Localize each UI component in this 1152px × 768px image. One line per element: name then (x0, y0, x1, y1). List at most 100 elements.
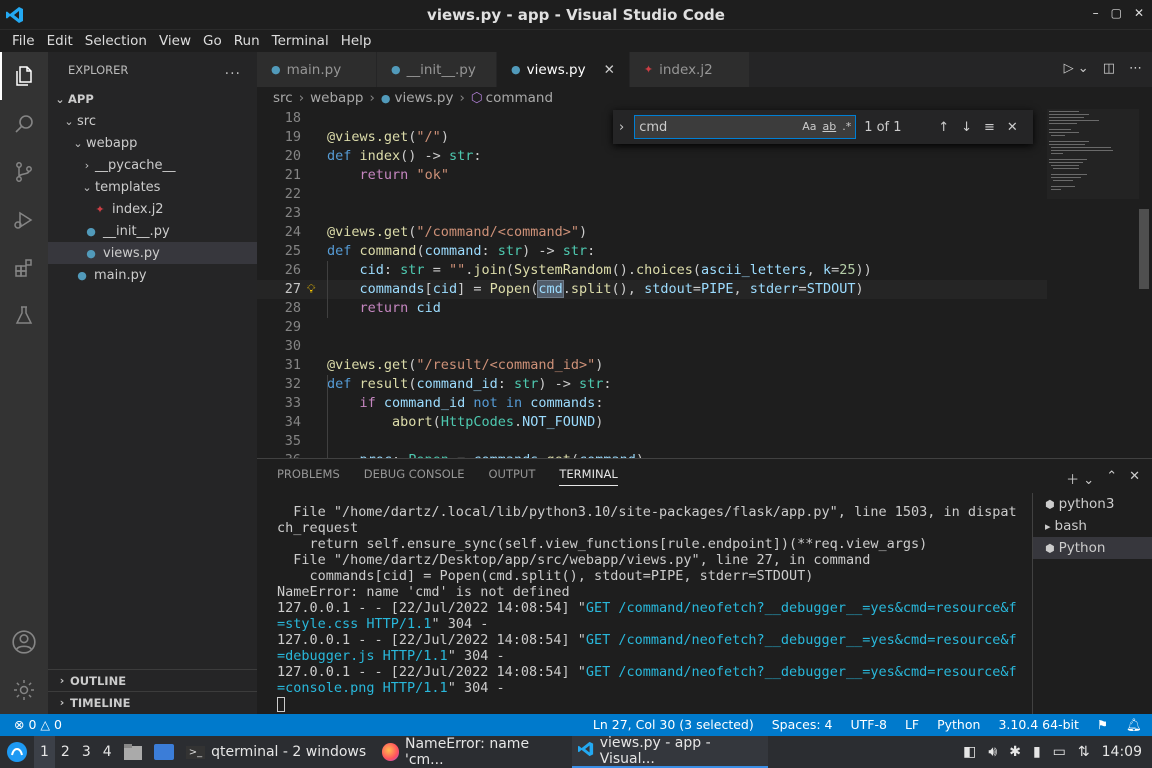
close-tab-icon[interactable]: ✕ (604, 62, 615, 78)
menu-file[interactable]: File (6, 33, 41, 49)
tab-debug-console[interactable]: DEBUG CONSOLE (364, 467, 465, 486)
code-line[interactable]: 20 def index() -> str: (257, 147, 1137, 166)
match-case-toggle[interactable]: Aa (802, 120, 816, 133)
testing-icon[interactable] (0, 292, 48, 340)
code-line[interactable]: 36 proc: Popen = commands.get(command) (257, 451, 1137, 458)
feedback-icon[interactable]: ⚑ (1097, 717, 1108, 733)
code-line[interactable]: 27 commands[cid] = Popen(cmd.split(), st… (257, 280, 1137, 299)
explorer-icon[interactable] (0, 52, 48, 100)
run-debug-icon[interactable] (0, 196, 48, 244)
code-line[interactable]: 31 @views.get("/result/<command_id>") (257, 356, 1137, 375)
tree-item-src[interactable]: ⌄ src (48, 110, 257, 132)
code-line[interactable]: 33 if command_id not in commands: (257, 394, 1137, 413)
terminal-output[interactable]: File "/home/dartz/.local/lib/python3.10/… (277, 504, 1017, 714)
problems-status[interactable]: ⊗ 0 △ 0 (14, 717, 62, 732)
menu-selection[interactable]: Selection (79, 33, 153, 49)
display-icon[interactable]: ▭ (1047, 736, 1072, 768)
lightbulb-icon[interactable]: 💡︎ (307, 280, 315, 299)
language-mode[interactable]: Python (937, 717, 980, 733)
workspace-3[interactable]: 3 (76, 736, 97, 768)
close-find-icon[interactable]: ✕ (1007, 120, 1018, 135)
cursor-position[interactable]: Ln 27, Col 30 (3 selected) (593, 717, 754, 733)
regex-toggle[interactable]: .* (842, 120, 851, 133)
toggle-replace-icon[interactable]: › (619, 120, 624, 135)
python-interpreter[interactable]: 3.10.4 64-bit (998, 717, 1078, 733)
search-icon[interactable] (0, 100, 48, 148)
find-in-selection-icon[interactable]: ≡ (984, 120, 995, 135)
find-input[interactable]: cmd Aa ab .* (634, 115, 857, 139)
maximize-button[interactable]: ▢ (1111, 6, 1122, 20)
menu-help[interactable]: Help (335, 33, 378, 49)
code-line[interactable]: 30 (257, 337, 1137, 356)
timeline-section[interactable]: › TIMELINE (48, 691, 257, 713)
maximize-panel-icon[interactable]: ⌃ (1106, 469, 1117, 488)
arrow-up-icon[interactable]: ↑ (938, 120, 949, 135)
start-menu-icon[interactable] (0, 736, 34, 768)
tree-item-templates[interactable]: ⌄ templates (48, 176, 257, 198)
code-line[interactable]: 35 (257, 432, 1137, 451)
arrow-down-icon[interactable]: ↓ (961, 120, 972, 135)
more-actions-icon[interactable]: ⋯ (1129, 61, 1142, 76)
taskbar-app-vscode[interactable]: views.py - app - Visual... (571, 735, 768, 768)
network-icon[interactable]: ⇅ (1072, 736, 1096, 768)
menu-view[interactable]: View (153, 33, 197, 49)
workspace-4[interactable]: 4 (97, 736, 118, 768)
terminal-instance-bash[interactable]: ▸ bash (1033, 515, 1152, 537)
close-panel-icon[interactable]: ✕ (1129, 469, 1140, 488)
menu-go[interactable]: Go (197, 33, 228, 49)
end-of-line[interactable]: LF (905, 717, 919, 733)
tree-item-webapp[interactable]: ⌄ webapp (48, 132, 257, 154)
file-manager-icon[interactable] (118, 736, 148, 768)
code-line[interactable]: 21 return "ok" (257, 166, 1137, 185)
tab-views-py[interactable]: ● views.py ✕ (497, 52, 630, 87)
tab-main-py[interactable]: ● main.py (257, 52, 377, 87)
terminal-instance-python[interactable]: ⬢ Python (1033, 537, 1152, 559)
source-control-icon[interactable] (0, 148, 48, 196)
outline-section[interactable]: › OUTLINE (48, 669, 257, 691)
workspace-1[interactable]: 1 (34, 736, 55, 768)
tab-init-py[interactable]: ● __init__.py (377, 52, 497, 87)
notifications-bell-icon[interactable]: 🔔︎ (1126, 717, 1142, 733)
tab-index-j2[interactable]: ✦ index.j2 (629, 52, 750, 87)
code-line[interactable]: 32 def result(command_id: str) -> str: (257, 375, 1137, 394)
breadcrumb-command[interactable]: command (486, 90, 553, 106)
run-file-icon[interactable]: ▷ ⌄ (1064, 61, 1089, 76)
menu-run[interactable]: Run (228, 33, 266, 49)
menu-terminal[interactable]: Terminal (266, 33, 335, 49)
tree-item-pycache[interactable]: › __pycache__ (48, 154, 257, 176)
clock[interactable]: 14:09 (1096, 736, 1152, 768)
match-whole-word-toggle[interactable]: ab (822, 120, 836, 133)
taskbar-app-qterminal[interactable]: >_ qterminal - 2 windows (180, 736, 376, 768)
code-line[interactable]: 28 return cid (257, 299, 1137, 318)
code-editor[interactable]: 18 19 @views.get("/") 20 def index() -> str:… (257, 109, 1137, 458)
breadcrumb-src[interactable]: src (273, 90, 293, 106)
tree-item-init-py[interactable]: ● __init__.py (48, 220, 257, 242)
workspace-2[interactable]: 2 (55, 736, 76, 768)
new-terminal-icon[interactable]: ＋ ⌄ (1066, 469, 1094, 488)
code-line[interactable]: 23 (257, 204, 1137, 223)
code-line[interactable]: 29 (257, 318, 1137, 337)
tree-item-views-py[interactable]: ● views.py (48, 242, 257, 264)
bluetooth-icon[interactable]: ✱ (1003, 736, 1027, 768)
split-editor-icon[interactable]: ◫ (1103, 61, 1115, 76)
tree-item-main-py[interactable]: ● main.py (48, 264, 257, 286)
indentation[interactable]: Spaces: 4 (772, 717, 833, 733)
code-line[interactable]: 26 cid: str = "".join(SystemRandom().cho… (257, 261, 1137, 280)
minimap[interactable] (1047, 109, 1152, 458)
close-window-button[interactable]: ✕ (1134, 6, 1144, 20)
accounts-icon[interactable] (0, 618, 48, 666)
encoding[interactable]: UTF-8 (850, 717, 886, 733)
code-line[interactable]: 25 def command(command: str) -> str: (257, 242, 1137, 261)
breadcrumb-views[interactable]: views.py (394, 90, 453, 106)
breadcrumb-webapp[interactable]: webapp (310, 90, 363, 106)
extensions-icon[interactable] (0, 244, 48, 292)
show-desktop-icon[interactable] (148, 736, 180, 768)
minimize-button[interactable]: – (1093, 6, 1099, 20)
settings-gear-icon[interactable] (0, 666, 48, 714)
system-tray-icon[interactable]: ◧ (957, 736, 982, 768)
tab-terminal[interactable]: TERMINAL (559, 467, 618, 486)
tab-problems[interactable]: PROBLEMS (277, 467, 340, 486)
tree-root-app[interactable]: ⌄ APP (48, 88, 257, 110)
taskbar-app-firefox[interactable]: NameError: name 'cm... (376, 736, 572, 768)
code-line[interactable]: 24 @views.get("/command/<command>") (257, 223, 1137, 242)
